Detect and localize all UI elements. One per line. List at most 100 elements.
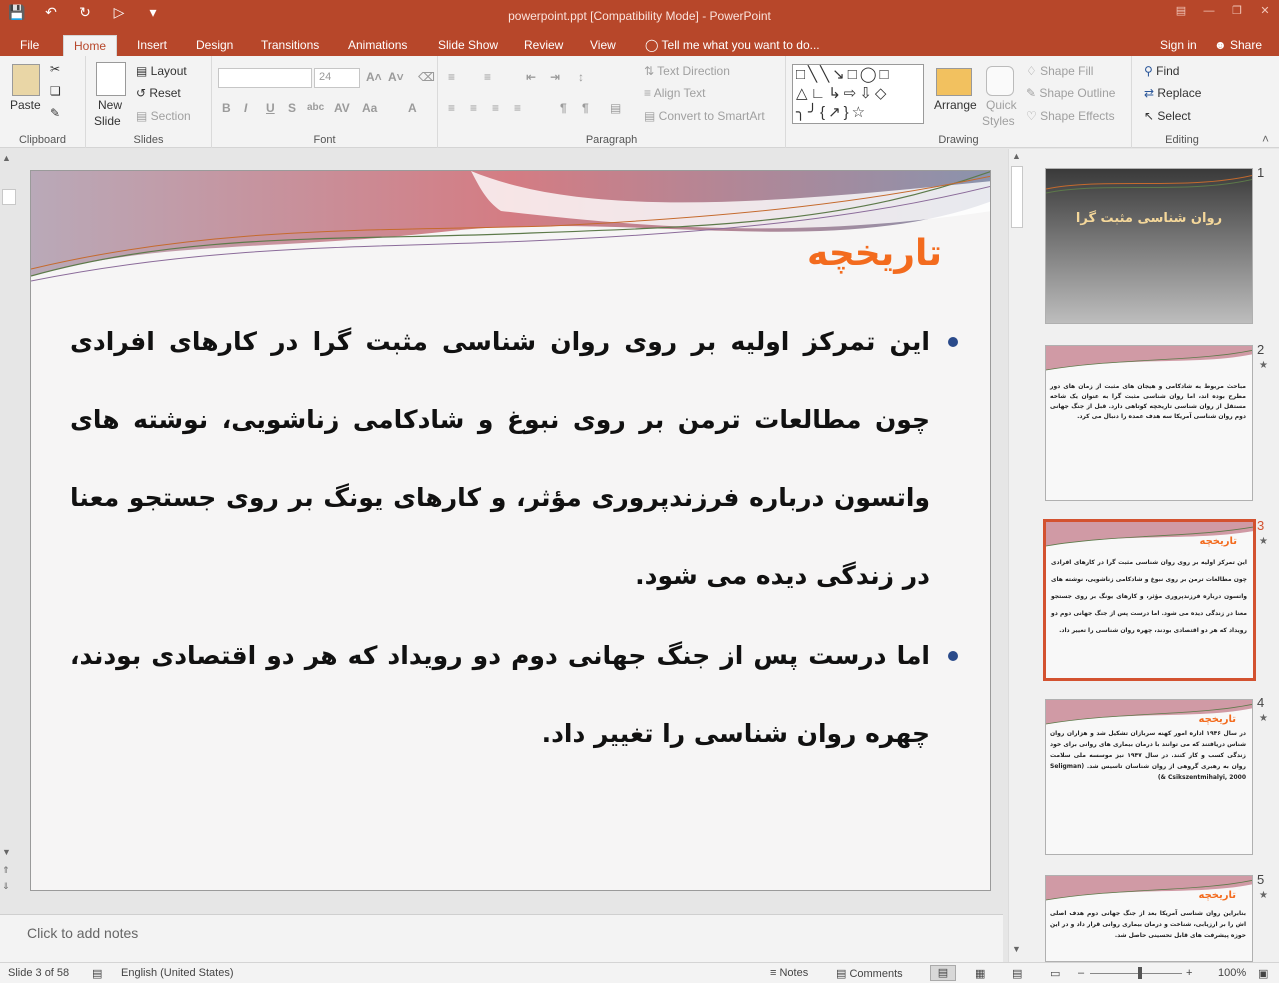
notes-toggle[interactable]: ≡ Notes (770, 967, 808, 979)
next-slide-icon[interactable]: ⇓ (2, 881, 10, 892)
editor-scroll-thumb[interactable] (1011, 166, 1023, 228)
scroll-up-icon[interactable]: ▲ (1012, 151, 1021, 161)
left-scroll-thumb[interactable] (2, 189, 16, 205)
increase-indent-icon[interactable]: ⇥ (550, 70, 560, 84)
tab-insert[interactable]: Insert (127, 35, 177, 56)
align-center-icon[interactable]: ≡ (470, 101, 477, 115)
shadow-icon[interactable]: S (288, 101, 296, 115)
arrange-icon[interactable] (936, 68, 972, 96)
shape-outline-button[interactable]: ✎ Shape Outline (1026, 86, 1115, 100)
zoom-level[interactable]: 100% (1218, 967, 1246, 979)
tab-file[interactable]: File (10, 35, 49, 56)
restore-icon[interactable]: ❐ (1223, 0, 1251, 24)
thumbnail-slide-5[interactable]: تاریخچه بنابراین روان شناسی آمریکا بعد ا… (1045, 875, 1253, 962)
new-slide-label2[interactable]: Slide (94, 114, 121, 128)
minimize-icon[interactable]: — (1195, 0, 1223, 24)
quick-styles-label[interactable]: Quick (986, 98, 1017, 112)
reset-button[interactable]: ↺ Reset (136, 86, 181, 100)
change-case-icon[interactable]: Aa (362, 101, 377, 115)
paste-icon[interactable] (12, 64, 40, 96)
editor-scrollbar[interactable]: ▲ ▼ (1008, 149, 1026, 962)
section-button[interactable]: ▤ Section (136, 109, 191, 123)
bullets-icon[interactable]: ≡ (448, 70, 455, 84)
select-button[interactable]: ↖ Select (1144, 109, 1191, 123)
grow-font-icon[interactable]: A˄ (366, 70, 382, 84)
comments-toggle[interactable]: ▤ Comments (836, 967, 903, 980)
previous-slide-icon[interactable]: ⇑ (2, 865, 10, 876)
slide-bullet-2[interactable]: اما درست پس از جنگ جهانی دوم دو رویداد ک… (70, 617, 930, 773)
align-text-button[interactable]: ≡ Align Text (644, 86, 706, 100)
copy-icon[interactable]: ❏ (50, 84, 61, 98)
reading-view-icon[interactable]: ▤ (1012, 967, 1022, 980)
scroll-down-icon[interactable]: ▼ (1012, 944, 1021, 954)
tab-slide-show[interactable]: Slide Show (428, 35, 508, 56)
zoom-slider[interactable] (1090, 973, 1182, 974)
slide-show-icon[interactable]: ▭ (1050, 967, 1060, 980)
signin-link[interactable]: Sign in (1150, 35, 1207, 56)
notes-pane[interactable]: Click to add notes (0, 914, 1003, 962)
font-color-icon[interactable]: A (408, 101, 417, 115)
quick-styles-icon[interactable] (986, 66, 1014, 96)
tell-me-box[interactable]: ◯ Tell me what you want to do... (635, 35, 830, 56)
thumbnail-slide-4[interactable]: تاریخچه در سال ۱۹۴۶ اداره امور کهنه سربا… (1045, 699, 1253, 855)
font-size-combo[interactable]: 24 (314, 68, 360, 88)
tab-home[interactable]: Home (63, 35, 118, 56)
share-button[interactable]: ☻ Share (1204, 35, 1272, 56)
scroll-up-left-icon[interactable]: ▲ (2, 153, 11, 163)
layout-button[interactable]: ▤ Layout (136, 64, 187, 78)
underline-icon[interactable]: U (266, 101, 275, 115)
collapse-ribbon-icon[interactable]: ˄ (1262, 132, 1269, 146)
tab-review[interactable]: Review (514, 35, 573, 56)
align-left-icon[interactable]: ≡ (448, 101, 455, 115)
replace-button[interactable]: ⇄ Replace (1144, 86, 1201, 100)
thumbnail-slide-1[interactable]: روان شناسی مثبت گرا (1045, 168, 1253, 324)
tab-design[interactable]: Design (186, 35, 243, 56)
italic-icon[interactable]: I (244, 101, 247, 115)
fit-to-window-icon[interactable]: ▣ (1258, 967, 1268, 980)
current-slide[interactable]: تاریخچه این تمرکز اولیه بر روی روان شناس… (30, 170, 991, 891)
language-indicator[interactable]: English (United States) (121, 967, 234, 979)
notes-placeholder[interactable]: Click to add notes (27, 925, 138, 941)
paste-button[interactable]: Paste (10, 98, 41, 112)
arrange-button[interactable]: Arrange (934, 98, 977, 112)
ribbon-display-options-icon[interactable]: ▤ (1167, 0, 1195, 24)
tab-view[interactable]: View (580, 35, 626, 56)
character-spacing-icon[interactable]: AV (334, 101, 350, 115)
format-painter-icon[interactable]: ✎ (50, 106, 60, 120)
normal-view-icon[interactable]: ▤ (930, 965, 956, 981)
tab-transitions[interactable]: Transitions (251, 35, 329, 56)
columns-icon[interactable]: ▤ (610, 101, 621, 115)
cut-icon[interactable]: ✂ (50, 62, 60, 76)
bold-icon[interactable]: B (222, 101, 231, 115)
shape-effects-button[interactable]: ♡ Shape Effects (1026, 109, 1115, 123)
align-right-icon[interactable]: ≡ (492, 101, 499, 115)
clear-formatting-icon[interactable]: ⌫ (418, 70, 435, 84)
zoom-in-icon[interactable]: + (1186, 967, 1192, 979)
shrink-font-icon[interactable]: A˅ (388, 70, 404, 84)
new-slide-label[interactable]: New (98, 98, 122, 112)
slide-bullet-1[interactable]: این تمرکز اولیه بر روی روان شناسی مثبت گ… (70, 303, 930, 615)
slide-sorter-icon[interactable]: ▦ (975, 967, 985, 980)
tab-animations[interactable]: Animations (338, 35, 417, 56)
new-slide-icon[interactable] (96, 62, 126, 96)
spell-check-icon[interactable]: ▤ (92, 967, 102, 980)
decrease-indent-icon[interactable]: ⇤ (526, 70, 536, 84)
convert-smartart-button[interactable]: ▤ Convert to SmartArt (644, 109, 765, 123)
rtl-icon[interactable]: ¶ (560, 101, 567, 115)
numbering-icon[interactable]: ≡ (484, 70, 491, 84)
find-button[interactable]: ⚲ Find (1144, 64, 1179, 78)
zoom-slider-thumb[interactable] (1138, 967, 1142, 979)
text-direction-button[interactable]: ⇅ Text Direction (644, 64, 730, 78)
font-name-combo[interactable] (218, 68, 312, 88)
slide-title[interactable]: تاریخچه (807, 233, 942, 274)
close-icon[interactable]: ✕ (1251, 0, 1279, 24)
shapes-gallery[interactable]: □╲╲↘□◯□ △∟↳⇨⇩◇ ╮╯{↗}☆ (792, 64, 924, 124)
zoom-out-icon[interactable]: – (1078, 967, 1084, 979)
shape-fill-button[interactable]: ♢ Shape Fill (1026, 64, 1093, 78)
thumbnail-slide-2[interactable]: مباحث مربوط به شادکامی و هیجان های مثبت … (1045, 345, 1253, 501)
thumbnail-slide-3[interactable]: تاریخچه این تمرکز اولیه بر روی روان شناس… (1043, 519, 1256, 681)
justify-icon[interactable]: ≡ (514, 101, 521, 115)
ltr-icon[interactable]: ¶ (582, 101, 589, 115)
scroll-down-left-icon[interactable]: ▼ (2, 847, 11, 857)
line-spacing-icon[interactable]: ↕ (578, 70, 584, 84)
